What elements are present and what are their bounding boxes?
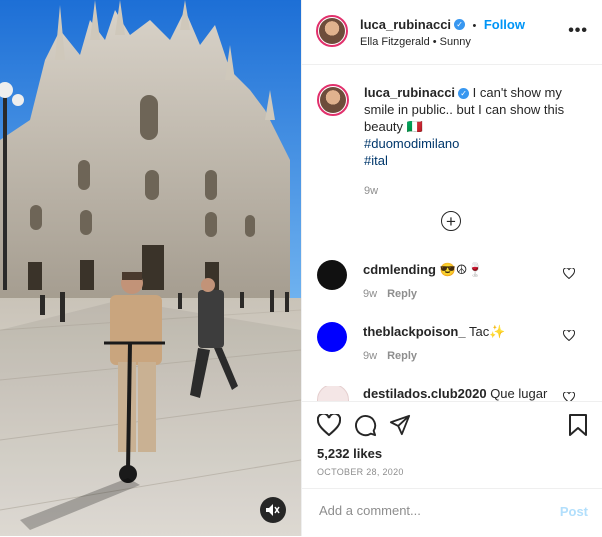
post-date: OCTOBER 28, 2020 xyxy=(317,467,404,477)
more-options-icon[interactable]: ••• xyxy=(568,22,588,40)
hashtag-link[interactable]: #duomodimilano xyxy=(364,136,459,151)
speaker-muted-icon xyxy=(266,504,280,516)
add-comment-input[interactable] xyxy=(317,502,541,519)
likes-count[interactable]: 5,232 likes xyxy=(317,446,382,461)
video-frame xyxy=(0,0,301,536)
post-comment-button[interactable]: Post xyxy=(560,504,588,519)
verified-badge-icon: ✓ xyxy=(454,19,466,31)
like-heart-icon[interactable] xyxy=(317,414,341,436)
comment-item: theblackpoison_ Tac✨ 9w Reply xyxy=(317,322,587,374)
follow-button[interactable]: Follow xyxy=(484,17,525,32)
comment-item: cdmlending 😎☮🍷 9w Reply xyxy=(317,260,587,312)
reply-button[interactable]: Reply xyxy=(387,288,417,300)
mute-button[interactable] xyxy=(260,497,286,523)
commenter-avatar[interactable] xyxy=(317,386,349,401)
hashtag-link[interactable]: #ital xyxy=(364,153,388,168)
comment-username[interactable]: cdmlending xyxy=(363,262,436,277)
commenter-avatar[interactable] xyxy=(317,260,347,290)
comment-body: cdmlending 😎☮🍷 xyxy=(363,262,484,278)
comment-text: Tac✨ xyxy=(468,324,506,339)
caption-text-block: luca_rubinacci ✓ I can't show my smile in… xyxy=(364,84,579,200)
comment-time: 9w xyxy=(363,288,378,300)
comment-text: 😎☮🍷 xyxy=(439,262,484,277)
add-comment-bar: Post xyxy=(302,488,602,537)
share-paper-plane-icon[interactable] xyxy=(389,414,411,436)
comment-meta: 9w Reply xyxy=(363,288,417,300)
like-comment-heart-icon[interactable] xyxy=(563,268,575,279)
comment-text: Que lugar xyxy=(490,386,548,401)
caption-avatar[interactable] xyxy=(317,84,349,116)
header-bullet: • xyxy=(472,20,477,32)
comment-username[interactable]: destilados.club2020 xyxy=(363,386,487,401)
post-actions: 5,232 likes OCTOBER 28, 2020 Post xyxy=(302,401,602,536)
load-more-comments-icon[interactable]: + xyxy=(441,211,461,231)
commenter-avatar[interactable] xyxy=(317,322,347,352)
comment-body: theblackpoison_ Tac✨ xyxy=(363,324,505,340)
post-side-panel: luca_rubinacci ✓ • Follow Ella Fitzgerald… xyxy=(301,0,602,536)
comment-item: destilados.club2020 Que lugar xyxy=(317,386,587,401)
audio-location-subtitle[interactable]: Ella Fitzgerald • Sunny xyxy=(360,36,471,48)
save-bookmark-icon[interactable] xyxy=(569,414,587,436)
reply-button[interactable]: Reply xyxy=(387,350,417,362)
caption-timestamp: 9w xyxy=(364,185,379,197)
author-avatar[interactable] xyxy=(316,15,348,47)
author-line: luca_rubinacci ✓ • Follow xyxy=(360,16,525,34)
comment-bubble-icon[interactable] xyxy=(354,414,377,437)
comment-body: destilados.club2020 Que lugar xyxy=(363,386,547,401)
post-header: luca_rubinacci ✓ • Follow Ella Fitzgerald… xyxy=(302,0,602,65)
post-video[interactable] xyxy=(0,0,301,536)
like-comment-heart-icon[interactable] xyxy=(563,392,575,401)
comment-time: 9w xyxy=(363,350,378,362)
verified-badge-icon: ✓ xyxy=(458,88,470,100)
like-comment-heart-icon[interactable] xyxy=(563,330,575,341)
caption-username[interactable]: luca_rubinacci xyxy=(364,85,455,100)
comment-username[interactable]: theblackpoison_ xyxy=(363,324,466,339)
comment-meta: 9w Reply xyxy=(363,350,417,362)
author-username[interactable]: luca_rubinacci xyxy=(360,17,451,32)
